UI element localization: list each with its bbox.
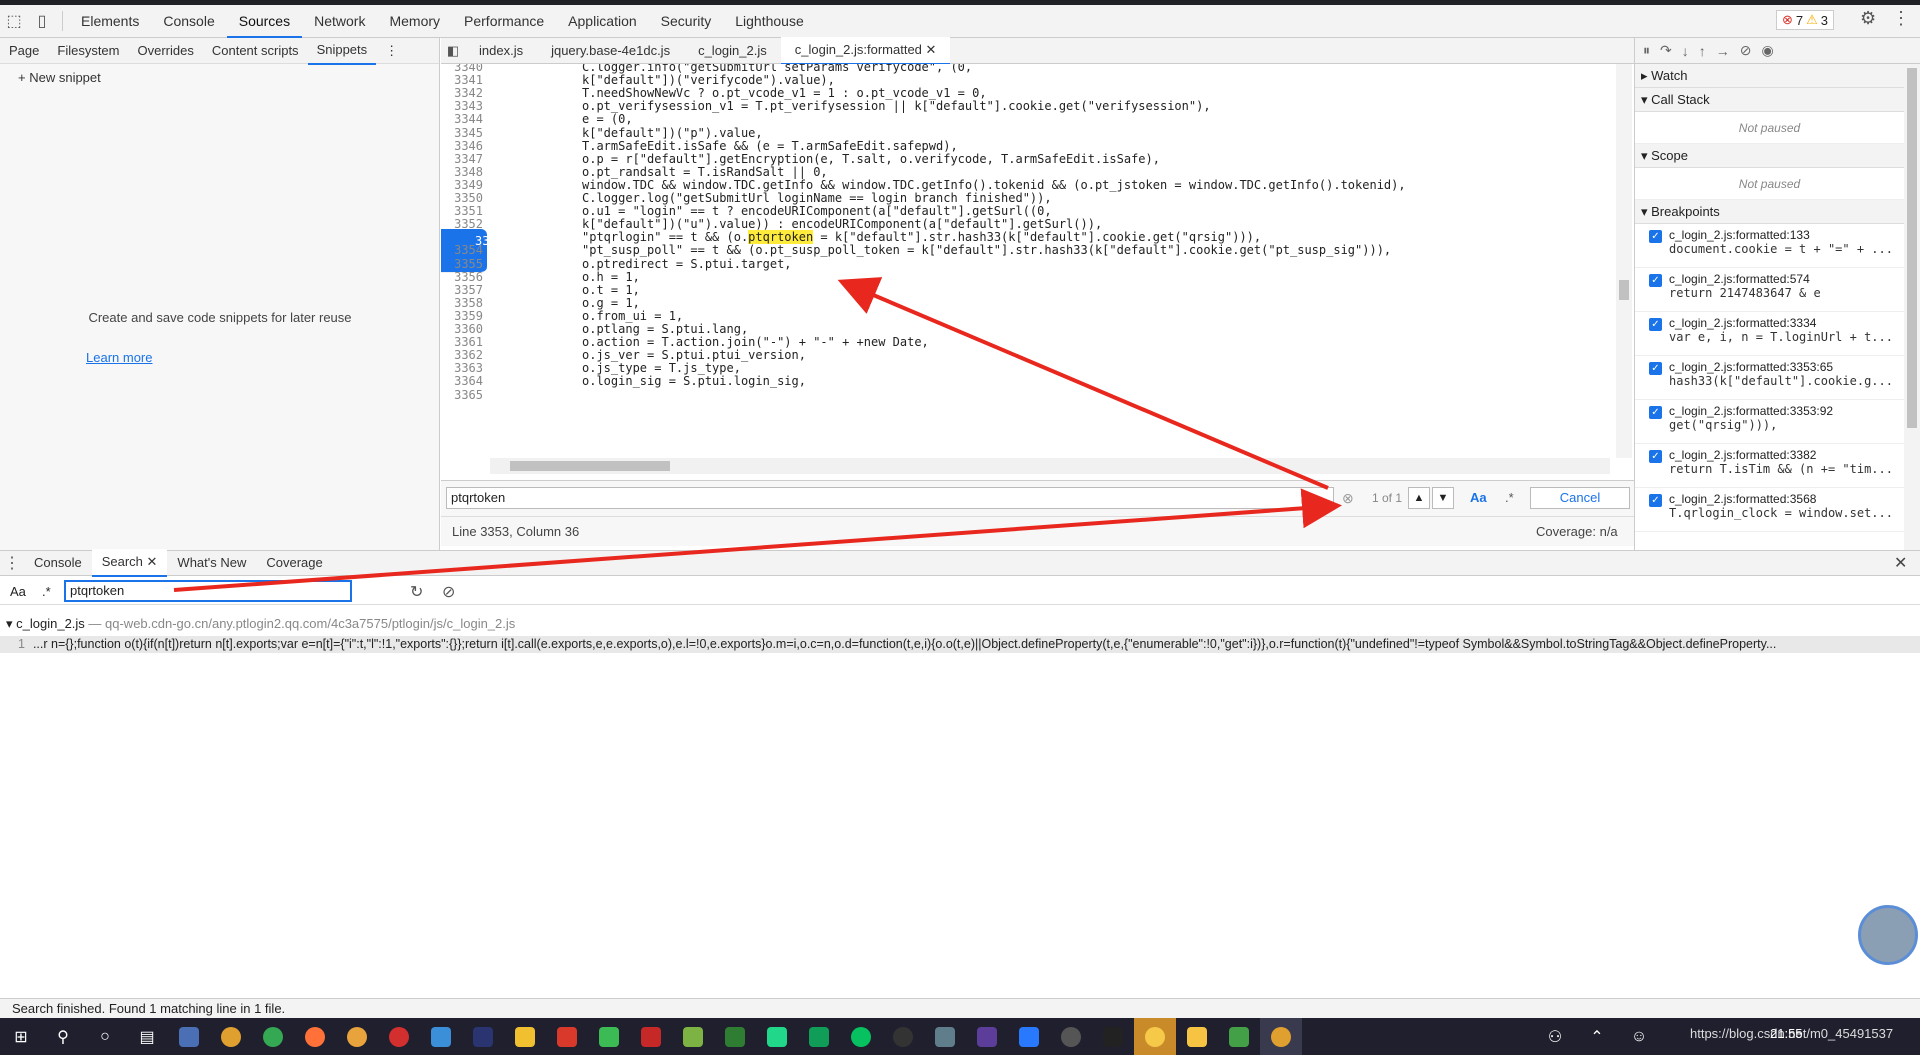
pycharm-icon[interactable] [756,1018,798,1055]
folder-icon[interactable] [1176,1018,1218,1055]
app-icon[interactable] [420,1018,462,1055]
app-icon[interactable] [714,1018,756,1055]
app-icon[interactable] [1134,1018,1176,1055]
app-icon[interactable] [630,1018,672,1055]
qq-tray-icon[interactable]: ☺ [1618,1018,1660,1055]
firefox-icon[interactable] [294,1018,336,1055]
arrow-to-code [837,277,1329,490]
app-icon[interactable] [546,1018,588,1055]
arrow-to-find-input [173,488,1342,592]
tray-expand-icon[interactable]: ⌃ [1576,1018,1618,1055]
photos-icon[interactable] [924,1018,966,1055]
windows-start-icon[interactable]: ⊞ [0,1018,42,1055]
annotation-arrows [173,277,1342,592]
record-icon[interactable] [378,1018,420,1055]
qq-icon[interactable] [882,1018,924,1055]
chrome-icon[interactable] [1260,1018,1302,1055]
app-icon[interactable] [588,1018,630,1055]
app-icon[interactable] [504,1018,546,1055]
app-icon[interactable] [168,1018,210,1055]
task-view-icon[interactable]: ▤ [126,1018,168,1055]
chrome-icon[interactable] [210,1018,252,1055]
clock: 21:55 [1770,1026,1803,1041]
chrome-icon[interactable] [252,1018,294,1055]
search-icon[interactable]: ⚲ [42,1018,84,1055]
android-icon[interactable] [672,1018,714,1055]
app-icon[interactable] [1050,1018,1092,1055]
app-icon[interactable] [1218,1018,1260,1055]
wechat-icon[interactable] [840,1018,882,1055]
people-icon[interactable]: ⚇ [1534,1018,1576,1055]
cortana-icon[interactable]: ○ [84,1018,126,1055]
app-icon[interactable] [462,1018,504,1055]
app-icon[interactable] [336,1018,378,1055]
js-icon[interactable] [1008,1018,1050,1055]
terminal-icon[interactable] [1092,1018,1134,1055]
pycharm-icon[interactable] [798,1018,840,1055]
windows-taskbar: ⊞ ⚲ ○ ▤ ⚇ ⌃ ☺ [0,1018,1920,1055]
app-icon[interactable] [966,1018,1008,1055]
